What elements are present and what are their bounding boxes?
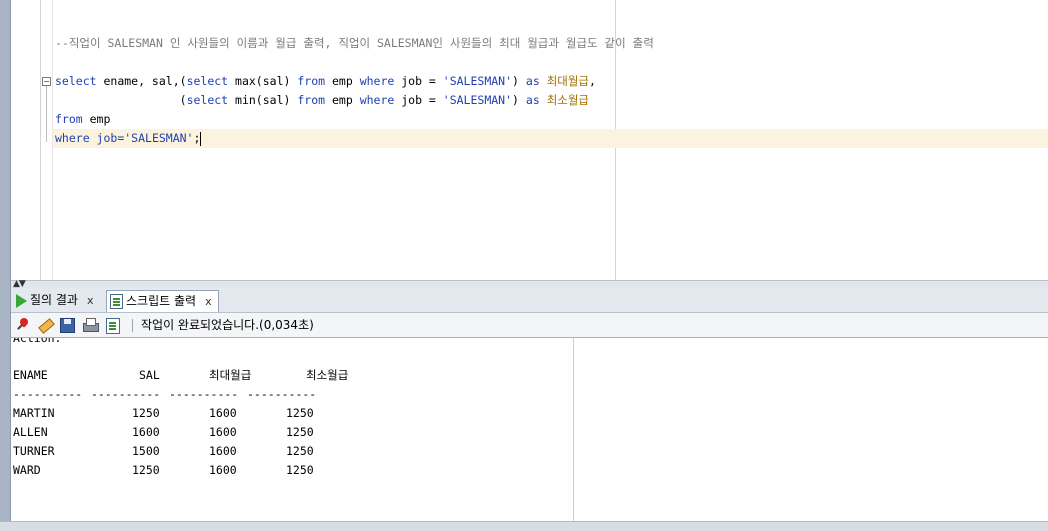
cell-ename: ALLEN [13, 425, 48, 439]
column-alias: 최대월급 [546, 74, 590, 88]
code-text: ) [512, 93, 526, 107]
script-output-icon [110, 294, 123, 309]
cell-max-sal: 1600 [209, 406, 237, 420]
fold-toggle-icon[interactable]: − [42, 77, 51, 86]
separator-cell: ---------- [91, 387, 161, 401]
script-doc-icon[interactable] [106, 318, 120, 334]
cell-sal: 1500 [132, 444, 160, 458]
cell-ename: WARD [13, 463, 41, 477]
header-cell: 최소월급 [306, 368, 349, 382]
cell-min-sal: 1250 [286, 406, 314, 420]
cell-ename: MARTIN [13, 406, 55, 420]
code-line-select[interactable]: select ename, sal,(select max(sal) from … [55, 72, 596, 91]
code-text: emp [325, 93, 360, 107]
code-comment-line[interactable]: --직업이 SALESMAN 인 사원들의 이름과 월급 출력, 직업이 SAL… [55, 34, 654, 53]
tab-label: 질의 결과 [30, 293, 78, 307]
string-literal: 'SALESMAN' [442, 74, 513, 88]
code-text: ) [512, 74, 526, 88]
cell-sal: 1250 [132, 406, 160, 420]
code-text: job= [89, 131, 125, 145]
table-row: TURNER 1500 1600 1250 [13, 442, 573, 461]
cell-min-sal: 1250 [286, 425, 314, 439]
separator-cell: ---------- [247, 387, 317, 401]
code-text: max(sal) [228, 74, 298, 88]
code-text: ; [193, 131, 201, 145]
left-window-strip [0, 0, 11, 530]
close-icon[interactable]: x [205, 291, 212, 312]
cell-max-sal: 1600 [209, 463, 237, 477]
column-alias: 최소월급 [546, 93, 590, 107]
eraser-icon[interactable] [37, 317, 53, 333]
run-icon [16, 293, 27, 308]
fold-guide-line [46, 86, 47, 142]
code-indent: ( [55, 93, 187, 107]
results-tab-bar: 질의 결과 x 스크립트 출력 x [11, 288, 1048, 313]
code-text: min(sal) [228, 93, 298, 107]
current-line-highlight [53, 129, 1048, 148]
cell-min-sal: 1250 [286, 463, 314, 477]
keyword-where: where [55, 131, 90, 145]
output-partial-line: Action: [13, 338, 62, 345]
code-text: job = [394, 93, 443, 107]
table-row: MARTIN 1250 1600 1250 [13, 404, 573, 423]
keyword-select: select [55, 74, 97, 88]
keyword-as: as [525, 74, 540, 88]
pin-icon[interactable] [15, 317, 31, 333]
string-literal: 'SALESMAN' [442, 93, 513, 107]
code-line-from[interactable]: from emp [55, 110, 110, 129]
cell-sal: 1600 [132, 425, 160, 439]
cell-ename: TURNER [13, 444, 55, 458]
close-icon[interactable]: x [87, 290, 94, 311]
output-divider [573, 338, 574, 521]
string-literal: 'SALESMAN' [124, 131, 194, 145]
gutter-divider [40, 0, 41, 280]
cell-min-sal: 1250 [286, 444, 314, 458]
separator-cell: ---------- [169, 387, 239, 401]
output-separator-row: ---------- ---------- ---------- -------… [13, 385, 573, 404]
keyword-select: select [186, 74, 229, 88]
keyword-where: where [359, 74, 395, 88]
print-icon[interactable] [82, 317, 99, 333]
keyword-from: from [297, 93, 326, 107]
code-line-where[interactable]: where job='SALESMAN'; [55, 129, 202, 148]
editor-gutter [11, 0, 40, 280]
header-cell: 최대월급 [209, 368, 252, 382]
tab-label: 스크립트 출력 [126, 294, 197, 308]
cell-max-sal: 1600 [209, 444, 237, 458]
keyword-select: select [186, 93, 229, 107]
code-line-subquery-min[interactable]: (select min(sal) from emp where job = 'S… [55, 91, 589, 110]
tab-script-output[interactable]: 스크립트 출력 x [106, 290, 219, 312]
header-cell: ENAME [13, 368, 48, 382]
code-text: ename, sal,( [96, 74, 187, 88]
code-text: emp [82, 112, 111, 126]
code-text: job = [394, 74, 443, 88]
toolbar-separator [132, 319, 133, 332]
table-row: ALLEN 1600 1600 1250 [13, 423, 573, 442]
separator-cell: ---------- [13, 387, 83, 401]
keyword-where: where [359, 93, 395, 107]
header-cell: SAL [139, 368, 160, 382]
text-caret [200, 131, 202, 146]
table-row: WARD 1250 1600 1250 [13, 461, 573, 480]
save-icon[interactable] [60, 318, 75, 333]
output-toolbar: 작업이 완료되었습니다.(0,034초) [11, 313, 1048, 338]
cell-sal: 1250 [132, 463, 160, 477]
status-message: 작업이 완료되었습니다.(0,034초) [141, 318, 314, 332]
keyword-as: as [525, 93, 540, 107]
script-output-pane[interactable]: Action: ENAME SAL 최대월급 최소월급 ---------- -… [11, 338, 1048, 521]
code-text: , [589, 74, 596, 88]
output-header-row: ENAME SAL 최대월급 최소월급 [13, 366, 573, 385]
tab-query-result[interactable]: 질의 결과 x [13, 290, 100, 311]
keyword-from: from [55, 112, 83, 126]
cell-max-sal: 1600 [209, 425, 237, 439]
sql-editor[interactable]: − --직업이 SALESMAN 인 사원들의 이름과 월급 출력, 직업이 S… [11, 0, 1048, 280]
code-text: emp [325, 74, 360, 88]
keyword-from: from [297, 74, 326, 88]
